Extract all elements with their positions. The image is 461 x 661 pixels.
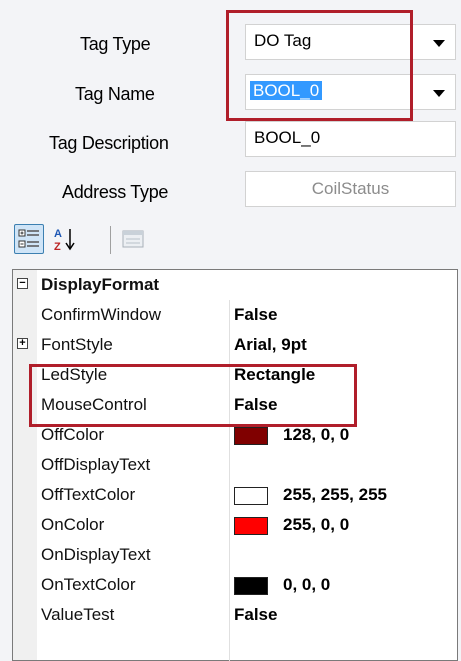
address-type-label: Address Type	[62, 182, 169, 202]
color-swatch	[234, 487, 268, 505]
svg-text:Z: Z	[54, 241, 61, 253]
color-swatch	[234, 427, 268, 445]
color-swatch	[234, 517, 268, 535]
property-row[interactable]: MouseControl False	[13, 390, 457, 420]
property-value[interactable]: False	[234, 300, 277, 330]
property-row[interactable]: OffColor 128, 0, 0	[13, 420, 457, 450]
property-pages-button[interactable]	[118, 224, 148, 254]
property-value[interactable]: Arial, 9pt	[234, 330, 307, 360]
property-name: FontStyle	[41, 335, 113, 354]
property-name: OffColor	[41, 425, 104, 444]
property-name: ConfirmWindow	[41, 305, 161, 324]
chevron-down-icon[interactable]	[433, 40, 445, 47]
property-row[interactable]: OnColor 255, 0, 0	[13, 510, 457, 540]
property-row[interactable]: ValueTest False	[13, 600, 457, 630]
property-name: OnColor	[41, 515, 105, 534]
category-row[interactable]: − DisplayFormat	[13, 270, 457, 300]
tag-name-combobox[interactable]: BOOL_0	[245, 74, 456, 110]
property-row[interactable]: LedStyle Rectangle	[13, 360, 457, 390]
property-value[interactable]: False	[234, 390, 277, 420]
tag-type-combobox[interactable]: DO Tag	[245, 24, 456, 60]
property-row[interactable]: OffTextColor 255, 255, 255	[13, 480, 457, 510]
tag-name-value[interactable]: BOOL_0	[250, 81, 323, 100]
property-value[interactable]: False	[234, 600, 277, 630]
sort-alphabetical-icon: A Z	[54, 228, 75, 253]
expand-icon[interactable]: +	[17, 338, 28, 349]
property-name: OffDisplayText	[41, 455, 151, 474]
categorized-view-button[interactable]	[14, 224, 44, 254]
category-label: DisplayFormat	[41, 275, 160, 294]
property-value[interactable]: 0, 0, 0	[283, 570, 330, 600]
property-row[interactable]: + FontStyle Arial, 9pt	[13, 330, 457, 360]
collapse-icon[interactable]: −	[17, 278, 28, 289]
property-pages-icon	[122, 230, 144, 248]
address-type-value: CoilStatus	[311, 179, 390, 198]
tag-type-label: Tag Type	[80, 34, 151, 54]
property-value[interactable]: 255, 255, 255	[283, 480, 387, 510]
property-grid: − DisplayFormat ConfirmWindow False + Fo…	[12, 269, 458, 661]
toolbar-separator	[110, 226, 111, 254]
address-type-field: CoilStatus	[245, 171, 456, 207]
property-row[interactable]: ConfirmWindow False	[13, 300, 457, 330]
svg-text:A: A	[54, 228, 62, 240]
chevron-down-icon[interactable]	[433, 90, 445, 97]
sort-alphabetical-button[interactable]: A Z	[50, 224, 80, 254]
property-name: OnTextColor	[41, 575, 136, 594]
property-name: OffTextColor	[41, 485, 136, 504]
property-row[interactable]: OffDisplayText	[13, 450, 457, 480]
property-name: MouseControl	[41, 395, 147, 414]
property-name: LedStyle	[41, 365, 108, 384]
tag-description-label: Tag Description	[49, 133, 169, 153]
tag-name-label: Tag Name	[75, 84, 155, 104]
property-row[interactable]: OnTextColor 0, 0, 0	[13, 570, 457, 600]
tag-description-input[interactable]: BOOL_0	[245, 121, 456, 157]
property-row[interactable]: OnDisplayText	[13, 540, 457, 570]
property-value[interactable]: Rectangle	[234, 360, 315, 390]
property-name: OnDisplayText	[41, 545, 151, 564]
property-name: ValueTest	[41, 605, 115, 624]
color-swatch	[234, 577, 268, 595]
tag-description-value: BOOL_0	[254, 128, 321, 147]
property-value[interactable]: 255, 0, 0	[283, 510, 349, 540]
categorized-view-icon	[18, 229, 39, 248]
property-value[interactable]: 128, 0, 0	[283, 420, 349, 450]
tag-type-value: DO Tag	[254, 31, 312, 50]
